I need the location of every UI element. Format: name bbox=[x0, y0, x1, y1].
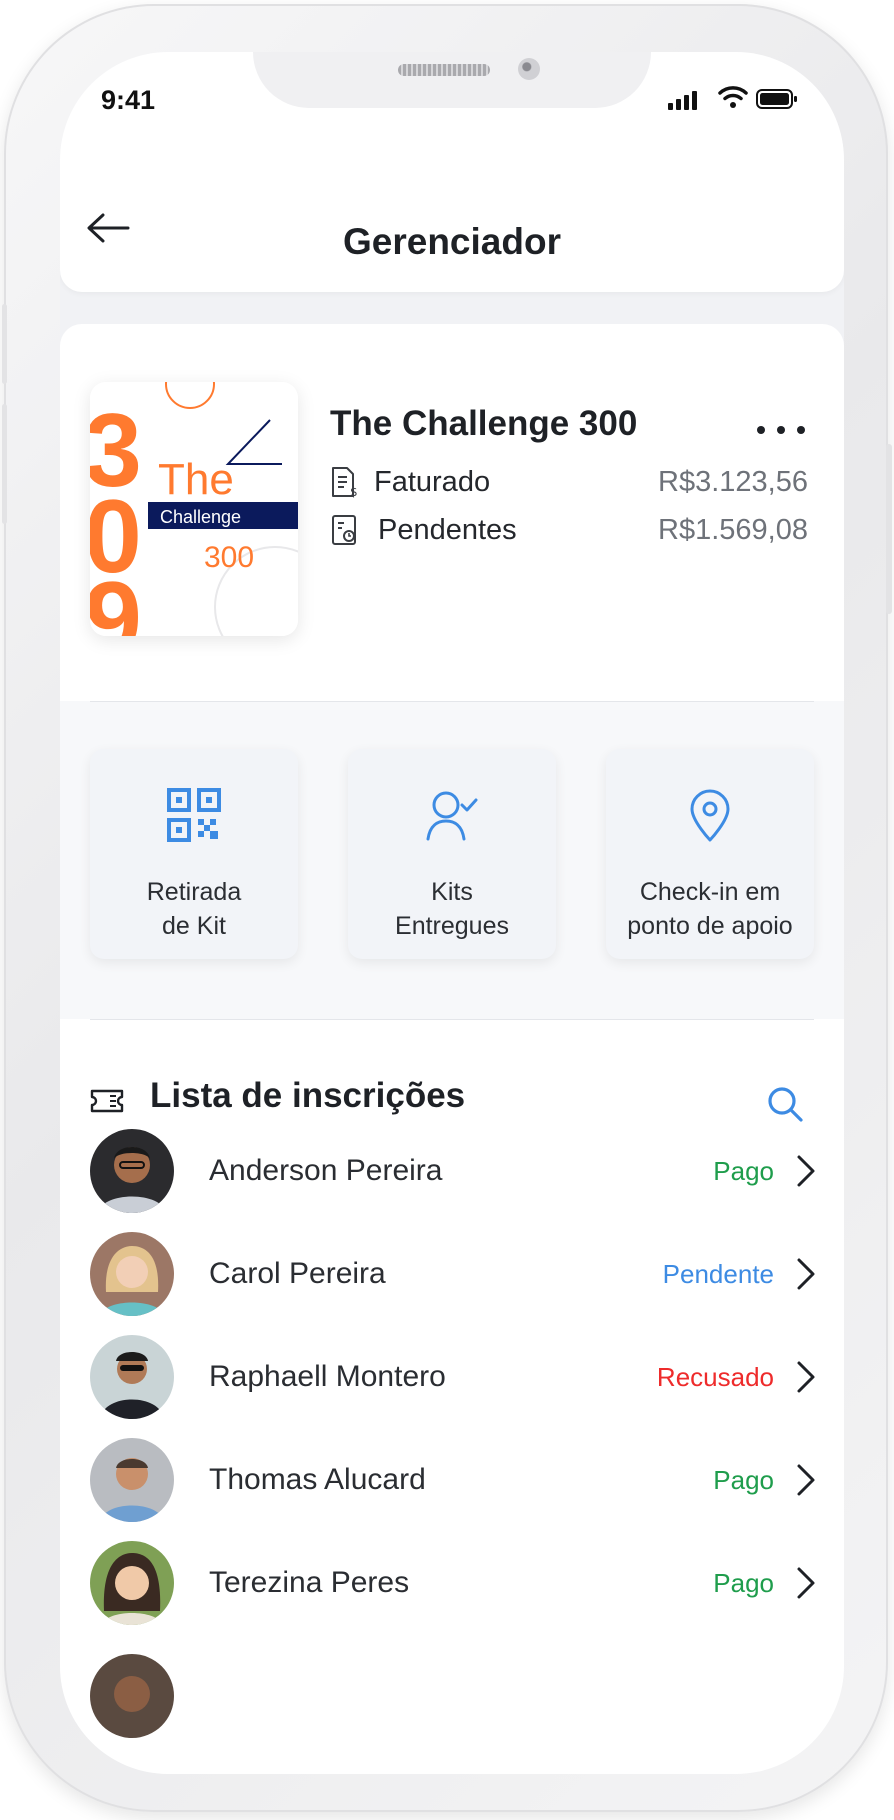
subscriber-name: Terezina Peres bbox=[209, 1566, 410, 1599]
notch bbox=[253, 52, 651, 108]
action-kits-label-1: Kits bbox=[431, 878, 473, 906]
list-item[interactable]: Terezina Peres Pago bbox=[90, 1538, 820, 1628]
chevron-right-icon bbox=[797, 1361, 815, 1393]
divider-bottom bbox=[90, 1019, 814, 1020]
app-header: Gerenciador bbox=[60, 148, 844, 292]
avatar-partial bbox=[90, 1654, 174, 1738]
chevron-right-icon bbox=[797, 1567, 815, 1599]
svg-text:$: $ bbox=[350, 485, 358, 498]
list-item[interactable]: Raphaell Montero Recusado bbox=[90, 1332, 820, 1422]
subscriber-name: Raphaell Montero bbox=[209, 1360, 446, 1393]
status-badge: Pago bbox=[713, 1567, 774, 1598]
phone-frame: 9:41 Gerenciador 3 0 9 The Challenge 300… bbox=[2, 4, 892, 1812]
svg-text:9: 9 bbox=[90, 561, 142, 636]
poster-the: The bbox=[158, 455, 234, 504]
subscriber-name: Thomas Alucard bbox=[209, 1463, 426, 1496]
status-time: 9:41 bbox=[101, 85, 156, 115]
status-badge: Pago bbox=[713, 1464, 774, 1495]
poster-challenge: Challenge bbox=[160, 507, 241, 527]
poster-300: 300 bbox=[204, 541, 254, 574]
billing-row-pendentes: Pendentes R$1.569,08 bbox=[330, 510, 808, 550]
chevron-right-icon bbox=[797, 1258, 815, 1290]
list-item[interactable]: Anderson Pereira Pago bbox=[90, 1126, 820, 1216]
action-retirada-label-2: de Kit bbox=[162, 912, 226, 940]
avatar bbox=[90, 1232, 174, 1316]
volume-up-button bbox=[2, 304, 7, 384]
avatar bbox=[90, 1438, 174, 1522]
subscriber-name: Anderson Pereira bbox=[209, 1154, 443, 1187]
screen: 9:41 Gerenciador 3 0 9 The Challenge 300… bbox=[60, 52, 844, 1774]
event-poster-image[interactable]: 3 0 9 The Challenge 300 bbox=[90, 382, 298, 636]
avatar bbox=[90, 1335, 174, 1419]
action-kits-entregues[interactable]: Kits Entregues bbox=[348, 749, 556, 959]
action-checkin-label-1: Check-in em bbox=[639, 878, 781, 906]
action-retirada-label-1: Retirada bbox=[146, 878, 242, 906]
status-badge: Pendente bbox=[662, 1258, 774, 1289]
status-badge: Recusado bbox=[656, 1361, 774, 1392]
battery-icon bbox=[756, 89, 797, 109]
pendentes-value: R$1.569,08 bbox=[658, 513, 808, 546]
divider-top bbox=[90, 701, 814, 702]
avatar bbox=[90, 1129, 174, 1213]
list-item[interactable]: Thomas Alucard Pago bbox=[90, 1435, 820, 1525]
list-item[interactable]: Carol Pereira Pendente bbox=[90, 1229, 820, 1319]
user-check-icon bbox=[426, 791, 478, 841]
volume-down-button bbox=[2, 404, 7, 524]
location-pin-icon bbox=[690, 789, 730, 842]
chevron-right-icon bbox=[797, 1464, 815, 1496]
page-title: Gerenciador bbox=[343, 221, 561, 262]
subscriber-name: Carol Pereira bbox=[209, 1257, 386, 1290]
action-kits-label-2: Entregues bbox=[395, 912, 509, 940]
search-icon[interactable] bbox=[765, 1084, 805, 1124]
event-title: The Challenge 300 bbox=[330, 404, 638, 443]
event-card: 3 0 9 The Challenge 300 The Challenge 30… bbox=[60, 324, 844, 1774]
faturado-label: Faturado bbox=[374, 465, 491, 498]
front-camera bbox=[518, 58, 540, 80]
list-title: Lista de inscrições bbox=[150, 1076, 466, 1115]
avatar bbox=[90, 1541, 174, 1625]
billing-row-faturado: $ Faturado R$3.123,56 bbox=[330, 462, 808, 502]
invoice-icon: $ bbox=[332, 467, 358, 498]
status-badge: Pago bbox=[713, 1155, 774, 1186]
ticket-icon bbox=[90, 1089, 124, 1113]
action-checkin-ponto-apoio[interactable]: Check-in em ponto de apoio bbox=[606, 749, 814, 959]
event-poster-art: 3 0 9 The Challenge 300 bbox=[90, 382, 298, 636]
more-options-icon[interactable] bbox=[756, 424, 806, 436]
faturado-value: R$3.123,56 bbox=[658, 465, 808, 498]
action-retirada-kit[interactable]: Retirada de Kit bbox=[90, 749, 298, 959]
power-button bbox=[886, 444, 892, 614]
wifi-icon bbox=[718, 86, 748, 108]
signal-icon bbox=[668, 90, 697, 110]
pending-doc-icon bbox=[332, 515, 356, 545]
action-checkin-label-2: ponto de apoio bbox=[627, 912, 793, 940]
qr-code-icon bbox=[167, 788, 221, 842]
chevron-right-icon bbox=[797, 1155, 815, 1187]
speaker-grille bbox=[398, 64, 490, 76]
pendentes-label: Pendentes bbox=[378, 513, 517, 546]
